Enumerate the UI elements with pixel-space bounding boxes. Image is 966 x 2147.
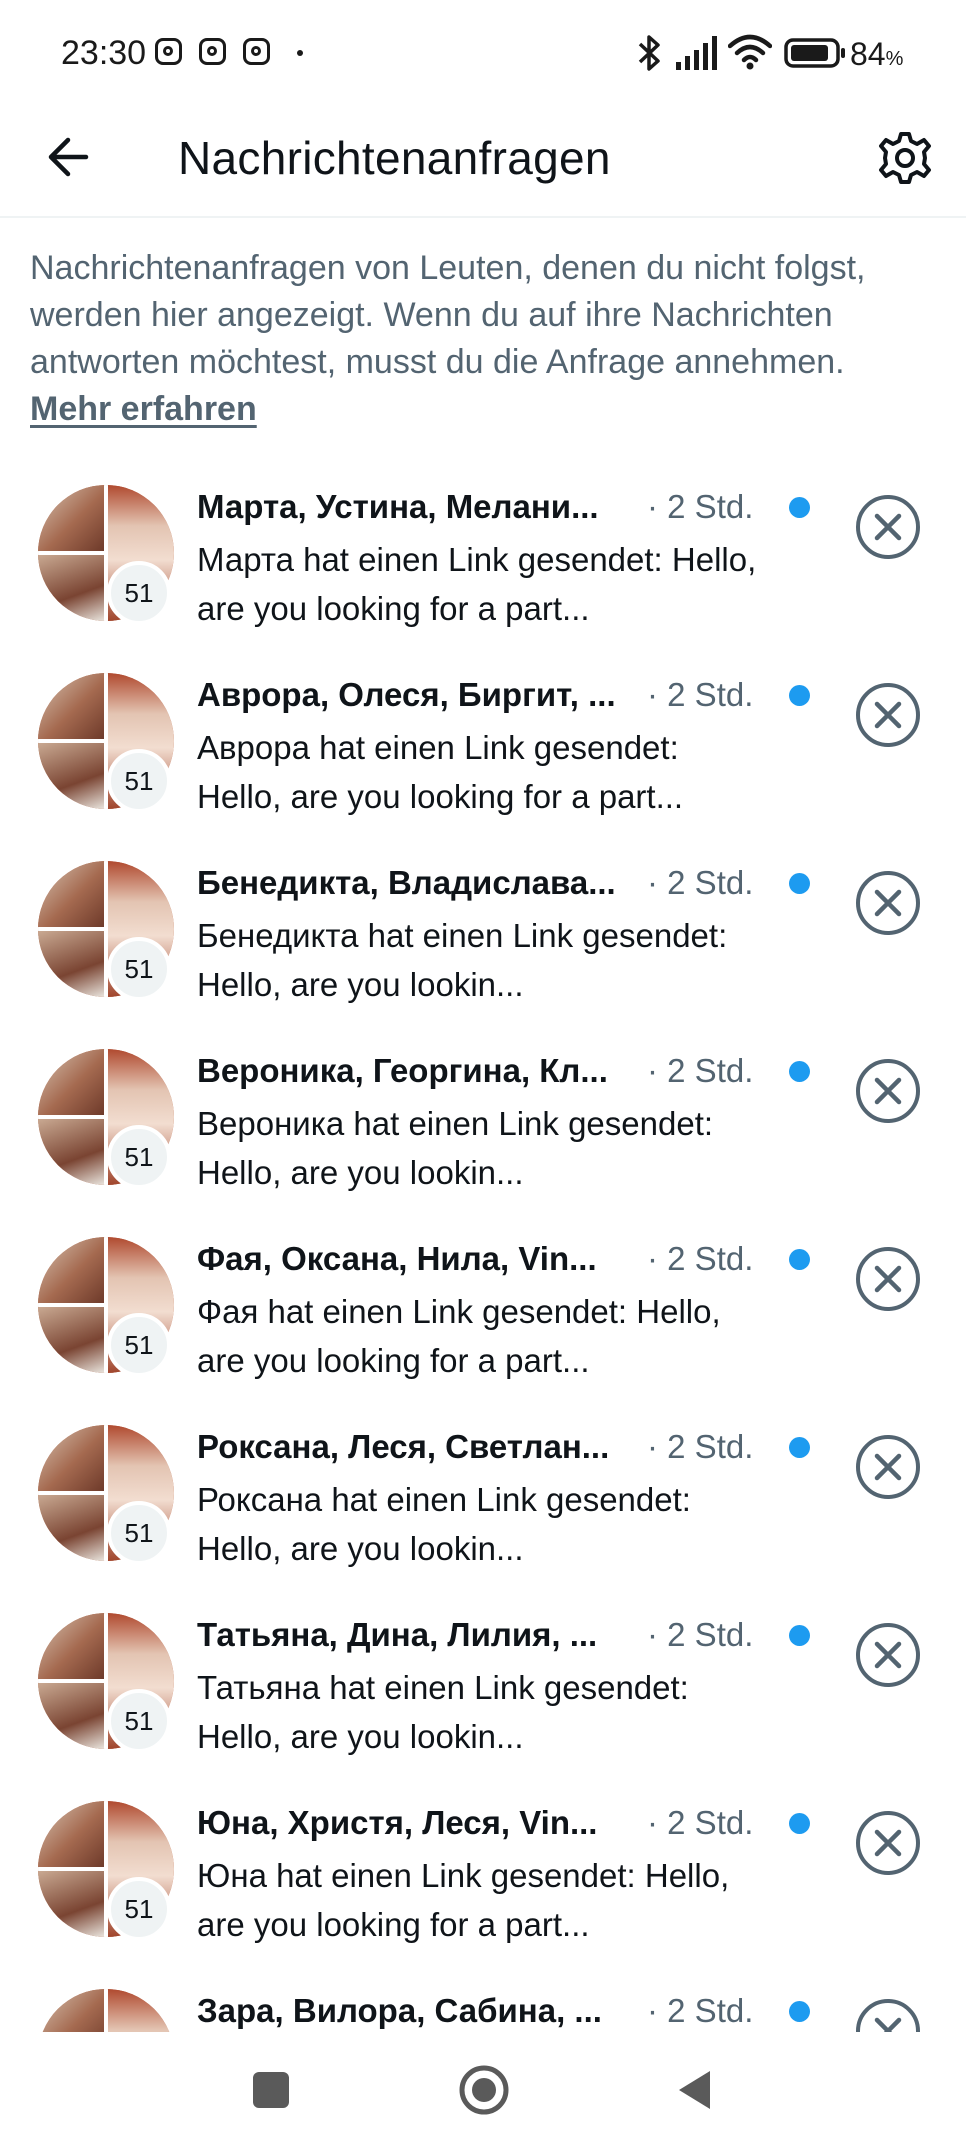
timestamp: · 2 Std. (647, 1992, 754, 2029)
status-bar: 23:30 84% (0, 0, 966, 105)
participant-count-badge: 51 (107, 1313, 171, 1377)
unread-indicator (789, 873, 810, 894)
close-icon[interactable] (855, 1246, 921, 1312)
status-time: 23:30 (61, 34, 147, 72)
message-request-row[interactable]: 51 Аврора, Олеся, Биргит, ... · 2 Std. А… (0, 658, 966, 846)
close-icon[interactable] (855, 1998, 921, 2032)
conversation-names: Роксана, Леся, Светлан... (197, 1428, 610, 1465)
conversation-names: Фая, Оксана, Нила, Vin... (197, 1240, 597, 1277)
triangle-back-icon[interactable] (676, 2068, 712, 2112)
message-preview: Аврора hat einen Link gesendet: Hello, a… (197, 729, 684, 815)
unread-indicator (789, 1625, 810, 1646)
timestamp: · 2 Std. (647, 488, 754, 525)
signal-icon (676, 36, 717, 70)
close-icon[interactable] (855, 1810, 921, 1876)
instagram-icon (243, 38, 270, 65)
instagram-icon (155, 38, 182, 65)
square-icon[interactable] (253, 2072, 289, 2108)
conversation-names: Марта, Устина, Мелани... (197, 488, 599, 525)
message-request-row[interactable]: 51 Роксана, Леся, Светлан... · 2 Std. Ро… (0, 1410, 966, 1598)
conversation-names: Юна, Христя, Леся, Vin... (197, 1804, 598, 1841)
requests-info: Nachrichtenanfragen von Leuten, denen du… (30, 245, 930, 433)
close-icon[interactable] (855, 1434, 921, 1500)
group-avatar (38, 1989, 174, 2032)
battery-level: 84% (850, 36, 904, 72)
close-icon[interactable] (855, 1058, 921, 1124)
participant-count-badge: 51 (107, 749, 171, 813)
message-request-row[interactable]: 51 Вероника, Георгина, Кл... · 2 Std. Ве… (0, 1034, 966, 1222)
wifi-icon (728, 34, 772, 70)
system-nav-bar (0, 2032, 966, 2147)
participant-count-badge: 51 (107, 1501, 171, 1565)
timestamp: · 2 Std. (647, 676, 754, 713)
unread-indicator (789, 2001, 810, 2022)
unread-indicator (789, 497, 810, 518)
message-request-row[interactable]: 51 Бенедикта, Владислава... · 2 Std. Бен… (0, 846, 966, 1034)
instagram-icon (199, 38, 226, 65)
conversation-names: Зара, Вилора, Сабина, ... (197, 1992, 602, 2029)
learn-more-link[interactable]: Mehr erfahren (30, 386, 930, 433)
timestamp: · 2 Std. (647, 1804, 754, 1841)
close-icon[interactable] (855, 682, 921, 748)
message-preview: Юна hat einen Link gesendet: Hello, are … (197, 1857, 730, 1943)
participant-count-badge: 51 (107, 561, 171, 625)
unread-indicator (789, 1437, 810, 1458)
page-title: Nachrichtenanfragen (178, 132, 611, 184)
message-request-list: 51 Марта, Устина, Мелани... · 2 Std. Мар… (0, 470, 966, 2032)
timestamp: · 2 Std. (647, 1616, 754, 1653)
message-preview: Фая hat einen Link gesendet: Hello, are … (197, 1293, 721, 1379)
battery-icon (784, 38, 845, 68)
more-notifications-dot (297, 50, 303, 56)
conversation-names: Вероника, Георгина, Кл... (197, 1052, 608, 1089)
timestamp: · 2 Std. (647, 1428, 754, 1465)
unread-indicator (789, 685, 810, 706)
close-icon[interactable] (855, 494, 921, 560)
message-request-row[interactable]: 51 Фая, Оксана, Нила, Vin... · 2 Std. Фа… (0, 1222, 966, 1410)
unread-indicator (789, 1249, 810, 1270)
participant-count-badge: 51 (107, 1125, 171, 1189)
message-preview: Марта hat einen Link gesendet: Hello, ar… (197, 541, 757, 627)
message-request-row[interactable]: 51 Юна, Христя, Леся, Vin... · 2 Std. Юн… (0, 1786, 966, 1974)
participant-count-badge: 51 (107, 1689, 171, 1753)
top-app-bar: Nachrichtenanfragen (0, 105, 966, 218)
message-preview: Роксана hat einen Link gesendet: Hello, … (197, 1481, 691, 1567)
info-text: Nachrichtenanfragen von Leuten, denen du… (30, 249, 866, 381)
message-preview: Вероника hat einen Link gesendet: Hello,… (197, 1105, 714, 1191)
message-request-row[interactable]: 51 Зара, Вилора, Сабина, ... · 2 Std. (0, 1974, 966, 2032)
message-preview: Татьяна hat einen Link gesendet: Hello, … (197, 1669, 689, 1755)
participant-count-badge: 51 (107, 1877, 171, 1941)
close-icon[interactable] (855, 1622, 921, 1688)
conversation-names: Аврора, Олеся, Биргит, ... (197, 676, 616, 713)
participant-count-badge: 51 (107, 937, 171, 1001)
close-icon[interactable] (855, 870, 921, 936)
bluetooth-icon (638, 35, 660, 71)
timestamp: · 2 Std. (647, 1240, 754, 1277)
conversation-names: Татьяна, Дина, Лилия, ... (197, 1616, 598, 1653)
message-request-row[interactable]: 51 Татьяна, Дина, Лилия, ... · 2 Std. Та… (0, 1598, 966, 1786)
timestamp: · 2 Std. (647, 864, 754, 901)
timestamp: · 2 Std. (647, 1052, 754, 1089)
arrow-left-icon[interactable] (40, 127, 100, 187)
unread-indicator (789, 1061, 810, 1082)
unread-indicator (789, 1813, 810, 1834)
gear-icon[interactable] (872, 125, 938, 191)
message-request-row[interactable]: 51 Марта, Устина, Мелани... · 2 Std. Мар… (0, 470, 966, 658)
circle-home-icon[interactable] (458, 2064, 510, 2116)
conversation-names: Бенедикта, Владислава... (197, 864, 616, 901)
message-preview: Бенедикта hat einen Link gesendet: Hello… (197, 917, 728, 1003)
